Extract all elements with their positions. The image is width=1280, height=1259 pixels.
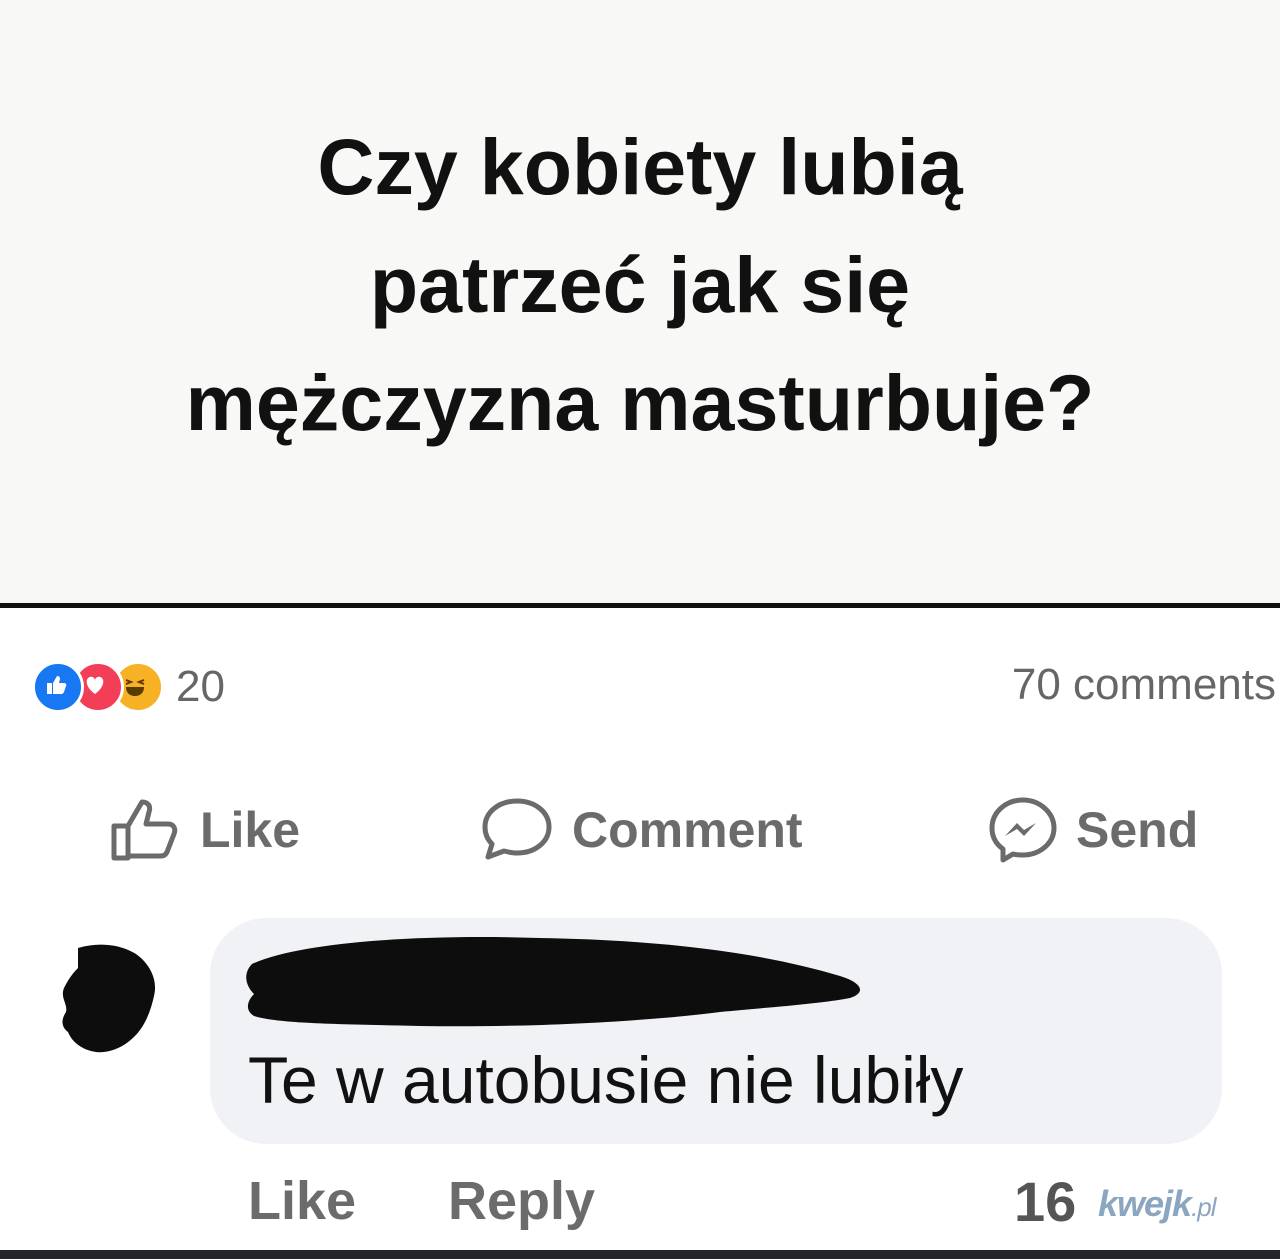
post-title: Czy kobiety lubią patrzeć jak się mężczy…	[185, 122, 1095, 447]
reactions-summary[interactable]: 20	[32, 658, 225, 716]
avatar[interactable]	[38, 940, 182, 1060]
like-icon	[32, 661, 84, 713]
post-header: Czy kobiety lubią patrzeć jak się mężczy…	[0, 0, 1280, 605]
like-label: Like	[200, 802, 301, 858]
divider	[0, 603, 1280, 608]
messenger-icon	[986, 794, 1060, 866]
comment-reactions[interactable]: 16	[1014, 1166, 1076, 1236]
action-bar: Like Comment Send	[0, 790, 1280, 870]
watermark-logo: kwejk.pl	[1098, 1183, 1217, 1224]
comment-label: Comment	[572, 802, 803, 858]
like-button[interactable]: Like	[108, 790, 300, 870]
comments-count[interactable]: 70 comments	[1012, 660, 1276, 710]
comment-like-button[interactable]: Like	[248, 1170, 356, 1232]
send-label: Send	[1076, 802, 1199, 858]
thumbs-up-icon	[108, 796, 184, 864]
comment-text: Te w autobusie nie lubiły	[248, 1043, 964, 1117]
speech-bubble-icon	[478, 795, 556, 865]
bottom-bar	[0, 1250, 1280, 1259]
reactions-count: 20	[176, 662, 225, 711]
send-button[interactable]: Send	[986, 790, 1198, 870]
comment-reactions-count: 16	[1014, 1169, 1077, 1233]
comment-button[interactable]: Comment	[478, 790, 803, 870]
redacted-name	[246, 937, 861, 1027]
comment-reply-button[interactable]: Reply	[448, 1170, 595, 1232]
